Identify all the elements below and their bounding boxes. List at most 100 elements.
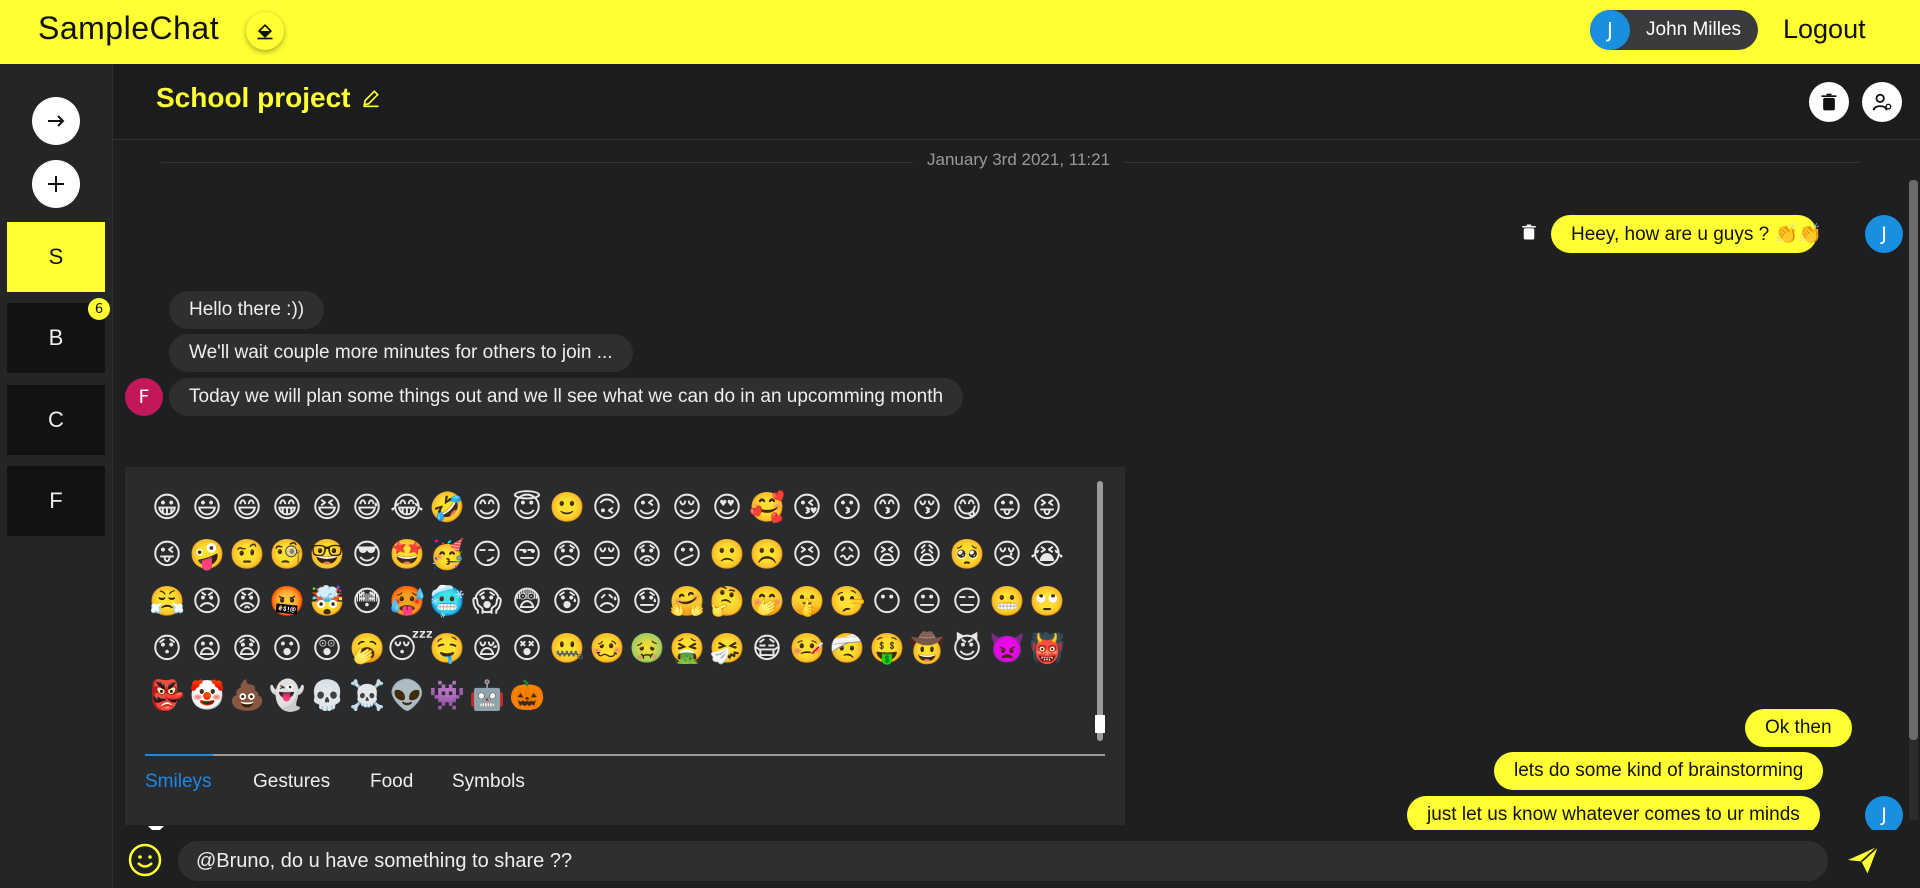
emoji-option[interactable]: 🤢	[627, 628, 667, 675]
add-room-button[interactable]	[32, 160, 80, 208]
user-profile-pill[interactable]: J John Milles	[1590, 10, 1758, 50]
emoji-toggle-button[interactable]	[127, 842, 163, 882]
emoji-option[interactable]: 😭	[1027, 534, 1067, 581]
emoji-option[interactable]: 🤨	[227, 534, 267, 581]
emoji-option[interactable]: 🤔	[707, 581, 747, 628]
emoji-option[interactable]: 🥺	[947, 534, 987, 581]
emoji-option[interactable]: 👿	[987, 628, 1027, 675]
emoji-option[interactable]: 😈	[947, 628, 987, 675]
emoji-option[interactable]: 😳	[347, 581, 387, 628]
room-item-s[interactable]: S	[7, 222, 105, 292]
emoji-option[interactable]: 😥	[587, 581, 627, 628]
emoji-option[interactable]: 😞	[547, 534, 587, 581]
emoji-option[interactable]: 👽	[387, 675, 427, 722]
emoji-option[interactable]: 😌	[667, 487, 707, 534]
emoji-option[interactable]: 🤭	[747, 581, 787, 628]
emoji-option[interactable]: 😰	[547, 581, 587, 628]
emoji-option[interactable]: 🤒	[787, 628, 827, 675]
edit-title-button[interactable]	[361, 88, 381, 112]
emoji-tab-symbols[interactable]: Symbols	[452, 771, 525, 793]
message-input[interactable]	[178, 841, 1828, 881]
emoji-scrollbar-handle[interactable]	[1095, 715, 1105, 733]
emoji-option[interactable]: 🤡	[187, 675, 227, 722]
app-logo[interactable]: SampleChat	[38, 10, 219, 47]
emoji-option[interactable]: 👻	[267, 675, 307, 722]
emoji-option[interactable]: 🥳	[427, 534, 467, 581]
emoji-option[interactable]: 😮	[267, 628, 307, 675]
emoji-option[interactable]: 😤	[147, 581, 187, 628]
emoji-option[interactable]: 🤐	[547, 628, 587, 675]
emoji-option[interactable]: 😚	[907, 487, 947, 534]
emoji-option[interactable]: 😁	[267, 487, 307, 534]
emoji-option[interactable]: 🤤	[427, 628, 467, 675]
emoji-option[interactable]: 😟	[627, 534, 667, 581]
emoji-option[interactable]: 🥰	[747, 487, 787, 534]
emoji-option[interactable]: 😠	[187, 581, 227, 628]
emoji-option[interactable]: 😩	[907, 534, 947, 581]
delete-message-button[interactable]	[1520, 223, 1538, 245]
emoji-option[interactable]: 😦	[187, 628, 227, 675]
emoji-option[interactable]: 👺	[147, 675, 187, 722]
emoji-option[interactable]: 🤩	[387, 534, 427, 581]
emoji-option[interactable]: 😑	[947, 581, 987, 628]
emoji-option[interactable]: 🥱	[347, 628, 387, 675]
emoji-option[interactable]: 👹	[1027, 628, 1067, 675]
emoji-option[interactable]: 🤖	[467, 675, 507, 722]
emoji-option[interactable]: 😨	[507, 581, 547, 628]
delete-chat-button[interactable]	[1809, 82, 1849, 122]
send-button[interactable]	[1845, 842, 1881, 882]
emoji-option[interactable]: 😘	[787, 487, 827, 534]
emoji-option[interactable]: 😴	[387, 628, 434, 675]
emoji-option[interactable]: 😊	[467, 487, 507, 534]
emoji-option[interactable]: 😂	[387, 487, 427, 534]
emoji-option[interactable]: ☠️	[347, 675, 387, 722]
emoji-option[interactable]: 😗	[827, 487, 867, 534]
emoji-option[interactable]: 🙄	[1027, 581, 1067, 628]
emoji-option[interactable]: 💩	[227, 675, 267, 722]
emoji-option[interactable]: 👾	[427, 675, 467, 722]
emoji-option[interactable]: 😍	[707, 487, 747, 534]
emoji-option[interactable]: 😪	[467, 628, 507, 675]
emoji-option[interactable]: 😢	[987, 534, 1027, 581]
emoji-tab-gestures[interactable]: Gestures	[253, 771, 330, 793]
emoji-option[interactable]: 🙂	[547, 487, 587, 534]
emoji-option[interactable]: 😒	[507, 534, 547, 581]
emoji-option[interactable]: 😫	[867, 534, 907, 581]
emoji-option[interactable]: 😵	[507, 628, 547, 675]
message-scrollbar-thumb[interactable]	[1909, 180, 1918, 740]
emoji-option[interactable]: 😜	[147, 534, 187, 581]
emoji-option[interactable]: ☹️	[747, 534, 787, 581]
emoji-option[interactable]: 😧	[227, 628, 267, 675]
emoji-option[interactable]: 😛	[987, 487, 1027, 534]
emoji-option[interactable]: 😄	[227, 487, 267, 534]
emoji-option[interactable]: 🤠	[907, 628, 947, 675]
room-item-c[interactable]: C	[7, 385, 105, 455]
emoji-option[interactable]: 😃	[187, 487, 227, 534]
emoji-option[interactable]: 😯	[147, 628, 187, 675]
emoji-option[interactable]: 🤗	[667, 581, 707, 628]
emoji-option[interactable]: 🙁	[707, 534, 747, 581]
room-item-f[interactable]: F	[7, 466, 105, 536]
emoji-option[interactable]: 😙	[867, 487, 907, 534]
emoji-option[interactable]: 🥴	[587, 628, 627, 675]
logout-link[interactable]: Logout	[1783, 14, 1866, 45]
emoji-option[interactable]: 🥵	[387, 581, 427, 628]
emoji-option[interactable]: 🤣	[427, 487, 467, 534]
emoji-option[interactable]: 😐	[907, 581, 947, 628]
emoji-option[interactable]: 🤑	[867, 628, 907, 675]
emoji-option[interactable]: 😉	[627, 487, 667, 534]
emoji-option[interactable]: 😎	[347, 534, 387, 581]
add-member-button[interactable]	[1862, 82, 1902, 122]
emoji-option[interactable]: 😷	[747, 628, 787, 675]
emoji-option[interactable]: 🤓	[307, 534, 347, 581]
emoji-option[interactable]: 🤧	[707, 628, 747, 675]
emoji-option[interactable]: 🙃	[587, 487, 627, 534]
emoji-option[interactable]: 🤕	[827, 628, 867, 675]
emoji-tab-smileys[interactable]: Smileys	[145, 771, 212, 793]
theme-toggle-button[interactable]	[246, 12, 284, 50]
emoji-option[interactable]: 💀	[307, 675, 347, 722]
emoji-option[interactable]: 😔	[587, 534, 627, 581]
collapse-sidebar-button[interactable]	[32, 97, 80, 145]
emoji-option[interactable]: 🤥	[827, 581, 867, 628]
emoji-option[interactable]: 😣	[787, 534, 827, 581]
